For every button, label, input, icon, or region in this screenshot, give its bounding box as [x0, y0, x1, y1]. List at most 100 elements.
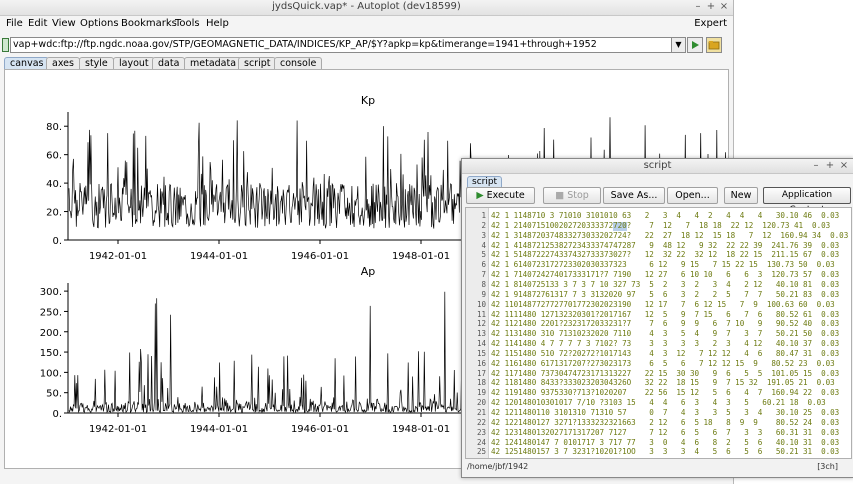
code-line: 42 1 3148720374833273033202724? 22 27 18… [491, 230, 849, 240]
execute-label: Execute [486, 190, 525, 201]
y-tick-label: 250. [40, 307, 62, 318]
tab-canvas[interactable]: canvas [4, 57, 50, 69]
menu-options[interactable]: Options [80, 15, 119, 33]
menu-file[interactable]: File [6, 15, 23, 33]
line-number: 2 [481, 220, 486, 230]
code-line: 42 120148010301017 7/10 ?3103 15 4 4 6 3… [491, 398, 826, 408]
minimize-icon[interactable]: – [810, 160, 822, 171]
y-tick-label: 60. [46, 151, 62, 162]
stop-button[interactable]: ■ Stop [543, 187, 601, 204]
stop-label: Stop [567, 190, 589, 201]
y-tick-label: 50. [46, 389, 62, 400]
x-tick-label: 1942-01-01 [89, 424, 147, 435]
close-icon[interactable]: × [838, 160, 850, 171]
browse-button[interactable] [706, 37, 722, 53]
line-number: 23 [476, 427, 486, 437]
line-number: 6 [481, 260, 486, 270]
line-number: 1 [481, 211, 486, 220]
tab-metadata[interactable]: metadata [184, 57, 243, 69]
tab-data[interactable]: data [152, 57, 186, 69]
line-number: 5 [481, 250, 486, 260]
line-number: 13 [476, 329, 486, 339]
application-context-select[interactable]: Application Context [763, 187, 851, 215]
plot-title: Ap [361, 265, 376, 278]
line-number: 7 [481, 270, 486, 280]
line-number: 20 [476, 398, 486, 408]
uri-input[interactable]: vap+wdc:ftp://ftp.ngdc.noaa.gov/STP/GEOM… [10, 37, 674, 53]
y-tick-label: 100. [40, 368, 62, 379]
drag-handle-icon[interactable] [2, 38, 9, 52]
menu-edit[interactable]: Edit [28, 15, 47, 33]
line-number: 8 [481, 279, 486, 289]
expert-mode-label[interactable]: Expert [694, 15, 727, 33]
x-tick-label: 1946-01-01 [291, 424, 349, 435]
x-tick-label: 1944-01-01 [190, 251, 248, 262]
tab-script[interactable]: script [238, 57, 277, 69]
menu-bar: File Edit View Options Bookmarks Tools H… [0, 15, 733, 33]
play-icon [692, 41, 699, 49]
code-line: 42 1231480132027171317207 7127 7 12 6 5 … [491, 427, 840, 437]
script-path: /home/jbf/1942 [467, 462, 529, 471]
x-tick-label: 1948-01-01 [392, 251, 450, 262]
line-number: 10 [476, 299, 486, 309]
line-number: 11 [476, 309, 486, 319]
code-line: 42 1171480 73730474723171313227 22 15 30… [491, 368, 840, 378]
line-number: 18 [476, 378, 486, 388]
open-button[interactable]: Open... [667, 187, 718, 204]
uri-history-dropdown[interactable]: ▼ [671, 37, 686, 53]
y-tick-label: 80. [46, 122, 62, 133]
y-tick-label: 20. [46, 208, 62, 219]
line-number: 16 [476, 358, 486, 368]
line-number: 25 [476, 447, 486, 457]
line-number: 12 [476, 319, 486, 329]
code-line: 42 1251480157 3 7 3231?10201?1OO 3 3 3 4… [491, 447, 840, 457]
code-line: 42 1 6140723172723302030337323 6 12 9 15… [491, 260, 835, 270]
title-bar: jydsQuick.vap* - Autoplot (dev18599) – +… [0, 0, 733, 16]
code-line: 42 1131480 310 71310232020 7110 4 3 5 4 … [491, 329, 840, 339]
script-window-title: script [643, 160, 672, 171]
menu-bookmarks[interactable]: Bookmarks [121, 15, 177, 33]
x-tick-label: 1946-01-01 [291, 251, 349, 262]
maximize-icon[interactable]: + [824, 160, 836, 171]
save-as-button[interactable]: Save As... [603, 187, 665, 204]
y-tick-label: 150. [40, 348, 62, 359]
code-line: 42 1 7140724274017333171?7 7190 12 27 6 … [491, 270, 840, 280]
maximize-icon[interactable]: + [705, 1, 717, 12]
script-editor[interactable]: 1 42 1 1148710 3 71010 3101010 63 2 3 4 4… [465, 207, 852, 459]
tab-layout[interactable]: layout [113, 57, 155, 69]
menu-view[interactable]: View [52, 15, 76, 33]
menu-tools[interactable]: Tools [175, 15, 200, 33]
code-line: 42 1101487727727701772302023190 12 17 7 … [491, 299, 835, 309]
line-number: 21 [476, 408, 486, 417]
line-number: 9 [481, 289, 486, 299]
menu-help[interactable]: Help [206, 15, 229, 33]
tab-console[interactable]: console [274, 57, 323, 69]
x-tick-label: 1944-01-01 [190, 424, 248, 435]
tab-style[interactable]: style [79, 57, 114, 69]
code-line: 42 1 914872761317 7 3 3132020 97 5 6 3 2… [491, 289, 840, 299]
y-tick-label: 300. [40, 287, 62, 298]
line-number: 15 [476, 348, 486, 358]
code-line: 42 1181480 8433?33302320304326O 32 22 18… [491, 378, 835, 388]
y-tick-label: 200. [40, 328, 62, 339]
minimize-icon[interactable]: – [692, 1, 704, 12]
line-number: 19 [476, 388, 486, 398]
y-tick-label: 0. [52, 236, 62, 247]
play-icon: ▶ [476, 190, 484, 201]
close-icon[interactable]: × [718, 1, 730, 12]
plot-title: Kp [361, 94, 375, 107]
folder-icon [708, 41, 720, 50]
code-line: 42 1 5148722274337432733373027? 12 32 22… [491, 250, 840, 260]
tab-axes[interactable]: axes [46, 57, 80, 69]
new-button[interactable]: New [724, 187, 758, 204]
line-number: 14 [476, 339, 486, 349]
script-status-bar: /home/jbf/1942 [3ch] [465, 462, 850, 474]
execute-button[interactable]: ▶ Execute [466, 187, 535, 204]
code-line: 42 1241480147 7 0101717 3 717 77 3 0 4 6… [491, 437, 840, 447]
window-title: jydsQuick.vap* - Autoplot (dev18599) [272, 1, 461, 12]
code-line: 42 1221480127 3271?1333232321663 2 12 6 … [491, 417, 840, 427]
go-button[interactable] [687, 37, 703, 53]
script-title-bar: script – + × [462, 159, 853, 174]
code-line: 42 1 2140715100202720333372720? 7 12 7 1… [491, 220, 831, 230]
code-line: 42 1191480 9375330?713?1020207 22 56 15 … [491, 388, 840, 398]
